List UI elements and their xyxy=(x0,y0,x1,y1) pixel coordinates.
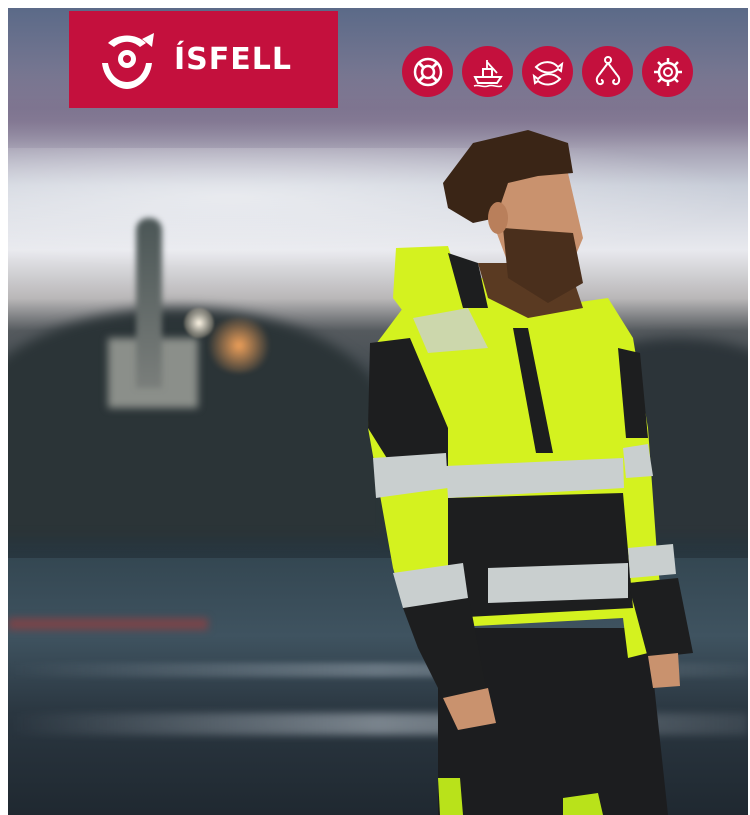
gear-icon[interactable] xyxy=(642,46,693,97)
worker-in-hi-vis-jacket xyxy=(368,130,693,815)
service-icons xyxy=(402,46,693,97)
isfell-logo-mark-icon xyxy=(102,32,154,89)
lifting-hooks-icon[interactable] xyxy=(582,46,633,97)
fish-icon[interactable] xyxy=(522,46,573,97)
fishing-boat-icon[interactable] xyxy=(462,46,513,97)
lifebuoy-icon[interactable] xyxy=(402,46,453,97)
brand-name: ÍSFELL xyxy=(174,42,292,77)
isfell-logo[interactable]: ÍSFELL xyxy=(69,11,338,108)
hero-photo xyxy=(8,8,748,815)
